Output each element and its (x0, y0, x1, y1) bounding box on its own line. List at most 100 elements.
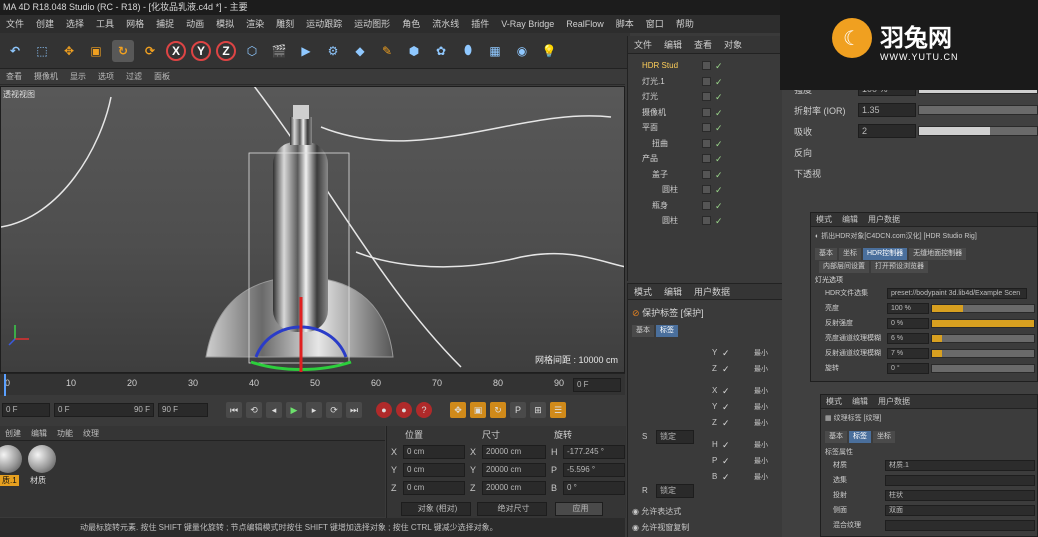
autokey-button[interactable]: ● (396, 402, 412, 418)
material-swatch[interactable] (28, 445, 56, 473)
texture-tab[interactable]: 标签 (849, 431, 871, 443)
enabled-check-icon[interactable]: ✓ (715, 90, 723, 105)
camera-icon[interactable]: ◉ (511, 40, 533, 62)
prev-frame-button[interactable]: ◂ (266, 402, 282, 418)
param-value[interactable]: 1.35 (858, 103, 916, 117)
scale-icon[interactable]: ▣ (85, 40, 107, 62)
menu-item[interactable]: 动画 (180, 15, 210, 33)
menu-item[interactable]: 渲染 (240, 15, 270, 33)
menu-item[interactable]: 创建 (30, 15, 60, 33)
param-value[interactable]: preset://bodypaint 3d.lib4d/Example Scen (887, 288, 1027, 299)
coord-system-icon[interactable]: ⬡ (241, 40, 263, 62)
param-value[interactable]: 双面 (885, 505, 1035, 516)
attribute-menu-item[interactable]: 编辑 (658, 285, 688, 298)
enabled-check-icon[interactable]: ✓ (715, 106, 723, 121)
check-icon[interactable]: ✓ (722, 418, 730, 429)
visibility-toggle[interactable] (702, 92, 711, 101)
hdr-tab[interactable]: 坐标 (839, 248, 861, 260)
material-menu-item[interactable]: 功能 (52, 428, 78, 439)
enabled-check-icon[interactable]: ✓ (715, 75, 723, 90)
enabled-check-icon[interactable]: ✓ (715, 168, 723, 183)
position-field[interactable]: 0 cm (403, 481, 465, 495)
menu-item[interactable]: 网格 (120, 15, 150, 33)
object-row[interactable]: 灯光 ✓ (628, 89, 783, 104)
check-icon[interactable]: ✓ (722, 364, 730, 375)
move-icon[interactable]: ✥ (58, 40, 80, 62)
rotation-field[interactable]: -5.596 ° (563, 463, 625, 477)
menu-item[interactable]: 窗口 (640, 15, 670, 33)
attribute-menu-item[interactable]: 模式 (628, 285, 658, 298)
start-frame-field[interactable]: 0 F (2, 403, 50, 417)
size-field[interactable]: 20000 cm (482, 481, 546, 495)
enabled-check-icon[interactable]: ✓ (715, 183, 723, 198)
end-frame-field[interactable]: 90 F (158, 403, 208, 417)
playhead[interactable] (4, 374, 6, 396)
lock-select[interactable]: 锁定 (656, 484, 694, 498)
check-icon[interactable]: ✓ (722, 402, 730, 413)
visibility-toggle[interactable] (702, 154, 711, 163)
key-scale-button[interactable]: ▣ (470, 402, 486, 418)
menu-item[interactable]: 脚本 (610, 15, 640, 33)
hdr-tab-secondary[interactable]: 打开预设浏览器 (871, 261, 928, 273)
rotation-field[interactable]: -177.245 ° (563, 445, 625, 459)
object-row[interactable]: 平面 ✓ (628, 120, 783, 135)
enabled-check-icon[interactable]: ✓ (715, 137, 723, 152)
param-slider[interactable] (918, 126, 1038, 136)
object-row[interactable]: 灯光.1 ✓ (628, 74, 783, 89)
menu-item[interactable]: 文件 (0, 15, 30, 33)
range-slider[interactable]: 0 F 90 F (54, 403, 154, 417)
cube-icon[interactable]: ◆ (349, 40, 371, 62)
menu-item[interactable]: V-Ray Bridge (495, 15, 560, 33)
tab-tag[interactable]: 标签 (656, 325, 678, 337)
key-rotation-button[interactable]: ↻ (490, 402, 506, 418)
param-value[interactable] (885, 520, 1035, 531)
hdr-menu-item[interactable]: 用户数据 (863, 214, 905, 225)
texture-tab[interactable]: 坐标 (873, 431, 895, 443)
param-value[interactable]: 材质.1 (885, 460, 1035, 471)
render-view-icon[interactable]: ▶ (295, 40, 317, 62)
apply-button[interactable]: 应用 (555, 502, 603, 516)
keyframe-selection-button[interactable]: ? (416, 402, 432, 418)
viewport-menu-item[interactable]: 过滤 (120, 71, 148, 82)
z-axis-icon[interactable]: Z (216, 40, 236, 61)
coord-mode-select[interactable]: 对象 (相对) (401, 502, 471, 516)
allow-viewport-copy-row[interactable]: ◉ 允许视窗复制 (632, 522, 689, 533)
param-slider[interactable] (931, 334, 1035, 343)
check-icon[interactable]: ✓ (722, 348, 730, 359)
size-mode-select[interactable]: 绝对尺寸 (477, 502, 547, 516)
tab-basic[interactable]: 基本 (632, 325, 654, 337)
hdr-tab-secondary[interactable]: 内部层间设置 (819, 261, 869, 273)
deformer-icon[interactable]: ⬮ (457, 40, 479, 62)
go-end-button[interactable]: ⏭ (346, 402, 362, 418)
rotate-alt-icon[interactable]: ⟳ (139, 40, 161, 62)
check-icon[interactable]: ✓ (722, 386, 730, 397)
param-value[interactable]: 100 % (887, 303, 929, 314)
object-row[interactable]: 摄像机 ✓ (628, 105, 783, 120)
viewport-menu-item[interactable]: 查看 (0, 71, 28, 82)
attribute-menu-item[interactable]: 用户数据 (688, 285, 736, 298)
texture-menu-item[interactable]: 用户数据 (873, 396, 915, 407)
timeline[interactable]: 0 10 20 30 40 50 60 70 80 90 0 F (0, 373, 625, 396)
object-menu-item[interactable]: 对象 (718, 38, 748, 51)
render-region-icon[interactable]: 🎬 (268, 40, 290, 62)
position-field[interactable]: 0 cm (403, 463, 465, 477)
visibility-toggle[interactable] (702, 76, 711, 86)
menu-item[interactable]: 雕刻 (270, 15, 300, 33)
object-row[interactable]: 产品 ✓ (628, 151, 783, 166)
rotate-icon[interactable]: ↻ (112, 39, 134, 62)
enabled-check-icon[interactable]: ✓ (715, 199, 723, 214)
x-axis-icon[interactable]: X (166, 40, 186, 61)
key-position-button[interactable]: ✥ (450, 402, 466, 418)
viewport[interactable]: 透视视图 网格间距 : 10000 cm (0, 86, 625, 373)
object-row[interactable]: 圆柱 ✓ (628, 213, 783, 228)
floor-icon[interactable]: ▦ (484, 40, 506, 62)
hdr-menu-item[interactable]: 编辑 (837, 214, 863, 225)
param-value[interactable]: 0 ° (887, 363, 929, 374)
param-slider[interactable] (931, 349, 1035, 358)
material-swatch[interactable] (0, 445, 22, 473)
enabled-check-icon[interactable]: ✓ (715, 121, 723, 136)
hdr-menu-item[interactable]: 模式 (811, 214, 837, 225)
check-icon[interactable]: ✓ (722, 440, 730, 451)
visibility-toggle[interactable] (702, 107, 711, 117)
y-axis-icon[interactable]: Y (191, 40, 211, 61)
